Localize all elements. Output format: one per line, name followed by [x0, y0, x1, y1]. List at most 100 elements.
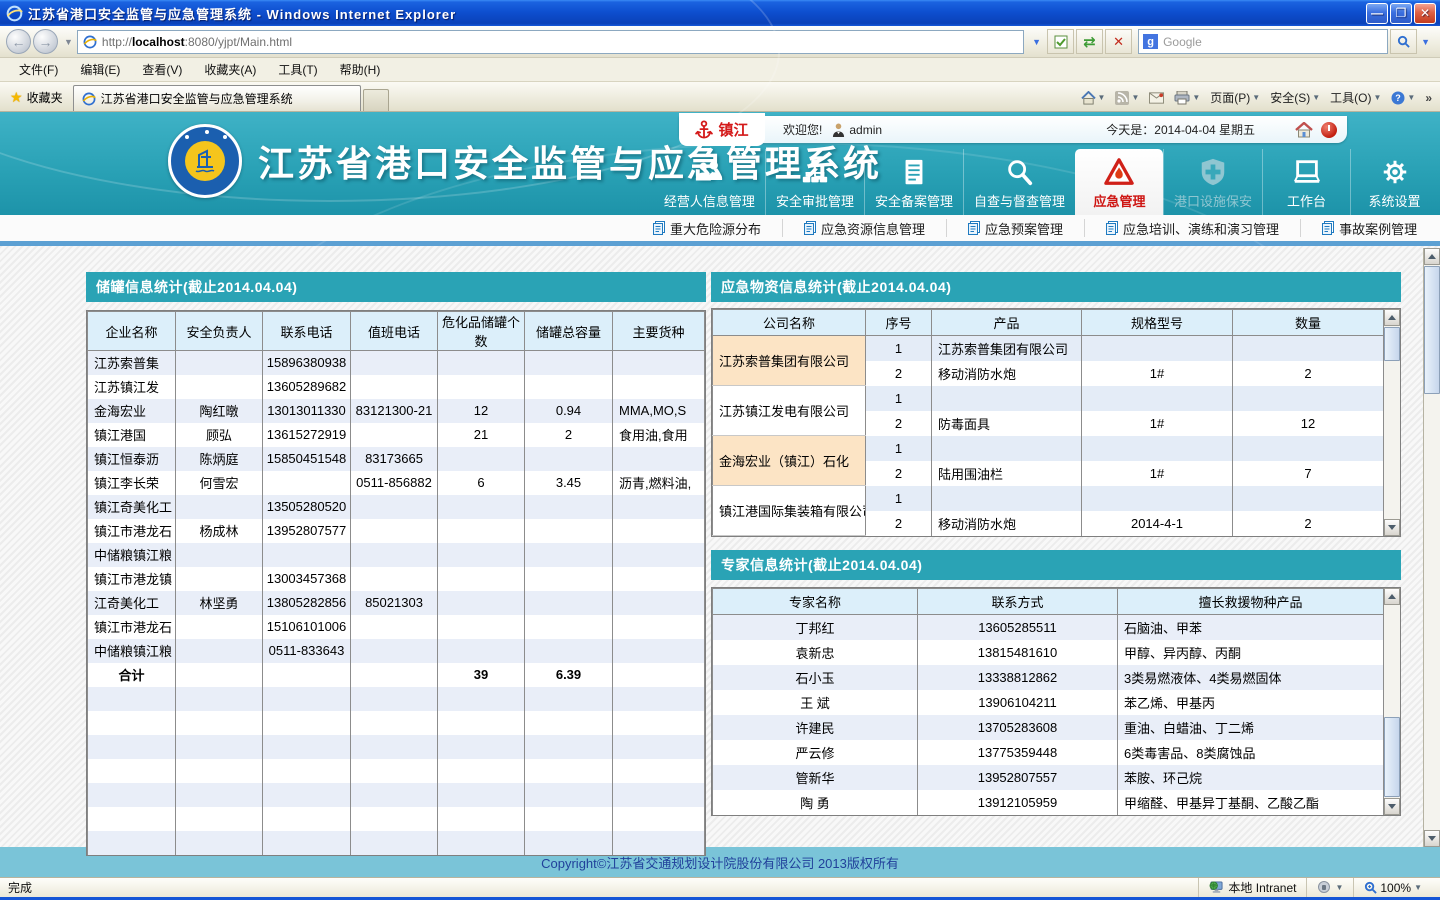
tabs-bar: ★ 收藏夹 江苏省港口安全监管与应急管理系统 ▼ ▼ ▼ 页面(P)▼ 安全(S…	[0, 82, 1440, 112]
company-cell: 江苏镇江发电有限公司	[713, 386, 866, 436]
region-tab[interactable]: 镇江	[679, 113, 765, 146]
scrollbar-thumb[interactable]	[1384, 717, 1400, 797]
scroll-down-button[interactable]	[1384, 798, 1400, 815]
nav-item-自查与督查管理[interactable]: 自查与督查管理	[963, 149, 1075, 215]
home-button[interactable]: ▼	[1081, 91, 1106, 105]
address-dropdown-icon[interactable]: ▼	[1032, 37, 1041, 47]
cell: 15850451548	[263, 447, 351, 471]
expert-row: 袁新忠13815481610甲醇、异丙醇、丙酮	[713, 640, 1384, 665]
cell: 王 斌	[713, 690, 918, 715]
cell	[88, 687, 176, 711]
cell	[263, 687, 351, 711]
nav-item-经营人信息管理[interactable]: 经营人信息管理	[654, 149, 765, 215]
table-row: 镇江市港龙石杨成林13952807577	[88, 519, 705, 543]
nav-item-系统设置[interactable]: 系统设置	[1350, 149, 1438, 215]
tools-menu[interactable]: 工具(O)▼	[1330, 89, 1381, 106]
cell: 2014-4-1	[1082, 511, 1233, 536]
column-header: 联系电话	[263, 312, 351, 351]
cell	[613, 615, 705, 639]
protected-mode-control[interactable]: ▼	[1306, 878, 1353, 897]
column-header: 专家名称	[713, 589, 918, 615]
subnav-item-应急资源信息管理[interactable]: 应急资源信息管理	[782, 219, 946, 237]
help-button[interactable]: ?▼	[1391, 91, 1415, 105]
cell	[176, 735, 263, 759]
safety-menu[interactable]: 安全(S)▼	[1270, 89, 1320, 106]
nav-item-工作台[interactable]: 工作台	[1262, 149, 1350, 215]
scroll-up-button[interactable]	[1424, 248, 1440, 265]
supply-row: 金海宏业（镇江）石化1	[713, 436, 1384, 461]
nav-item-安全审批管理[interactable]: 安全审批管理	[765, 149, 864, 215]
experts-scrollbar[interactable]	[1383, 588, 1400, 815]
cell: 13775359448	[918, 740, 1118, 765]
menu-item[interactable]: 工具(T)	[267, 59, 328, 80]
cell: 管新华	[713, 765, 918, 790]
feeds-button[interactable]: ▼	[1115, 91, 1139, 105]
browser-tab[interactable]: 江苏省港口安全监管与应急管理系统	[73, 85, 361, 111]
nav-label: 系统设置	[1368, 191, 1420, 210]
back-button[interactable]: ←	[6, 29, 31, 54]
cell	[613, 711, 705, 735]
history-dropdown-icon[interactable]: ▼	[64, 37, 73, 47]
cell	[525, 351, 613, 375]
address-field[interactable]: http://localhost:8080/yjpt/Main.html	[77, 30, 1024, 54]
print-button[interactable]: ▼	[1174, 91, 1200, 105]
scrollbar-thumb[interactable]	[1424, 266, 1440, 394]
supplies-table: 公司名称序号产品规格型号数量 江苏索普集团有限公司1江苏索普集团有限公司2移动消…	[711, 308, 1401, 537]
scrollbar-thumb[interactable]	[1384, 327, 1400, 361]
menu-item[interactable]: 收藏夹(A)	[193, 59, 267, 80]
page-menu[interactable]: 页面(P)▼	[1210, 89, 1260, 106]
menu-item[interactable]: 文件(F)	[8, 59, 69, 80]
menu-item[interactable]: 编辑(E)	[69, 59, 131, 80]
logout-power-icon[interactable]	[1321, 122, 1337, 138]
zoom-control[interactable]: 100% ▼	[1353, 878, 1432, 897]
menu-item[interactable]: 查看(V)	[131, 59, 193, 80]
favorites-button[interactable]: ★ 收藏夹	[4, 85, 73, 111]
nav-item-安全备案管理[interactable]: 安全备案管理	[864, 149, 963, 215]
supplies-scrollbar[interactable]	[1383, 309, 1400, 536]
cell	[88, 783, 176, 807]
compatibility-button[interactable]	[1047, 29, 1074, 54]
subnav-item-事故案例管理[interactable]: 事故案例管理	[1300, 219, 1438, 237]
tab-title: 江苏省港口安全监管与应急管理系统	[101, 90, 293, 107]
minimize-button[interactable]: —	[1366, 3, 1388, 24]
search-box[interactable]: g	[1138, 29, 1388, 54]
empty-row	[88, 759, 705, 783]
subnav-item-应急培训、演练和演习管理[interactable]: 应急培训、演练和演习管理	[1084, 219, 1300, 237]
forward-button[interactable]: →	[33, 29, 58, 54]
scroll-down-button[interactable]	[1424, 830, 1440, 847]
cell: 13705283608	[918, 715, 1118, 740]
refresh-button[interactable]: ⇄	[1076, 29, 1103, 54]
search-go-button[interactable]	[1390, 29, 1417, 54]
nav-item-港口设施保安[interactable]: 港口设施保安	[1163, 149, 1262, 215]
nav-item-应急管理[interactable]: 应急管理	[1075, 149, 1163, 215]
cell	[438, 639, 525, 663]
subnav-item-应急预案管理[interactable]: 应急预案管理	[946, 219, 1084, 237]
subnav-item-重大危险源分布[interactable]: 重大危险源分布	[632, 219, 782, 237]
cell	[613, 543, 705, 567]
scroll-up-button[interactable]	[1384, 309, 1400, 326]
page-scrollbar[interactable]	[1423, 248, 1440, 847]
cell: 许建民	[713, 715, 918, 740]
cell: 镇江市港龙镇	[88, 567, 176, 591]
scroll-up-button[interactable]	[1384, 588, 1400, 605]
total-row: 合计396.39	[88, 663, 705, 687]
stop-button[interactable]: ✕	[1105, 29, 1132, 54]
menu-bar: 文件(F)编辑(E)查看(V)收藏夹(A)工具(T)帮助(H)	[0, 58, 1440, 82]
close-button[interactable]: ✕	[1414, 3, 1436, 24]
maximize-button[interactable]: ❐	[1390, 3, 1412, 24]
document-small-icon	[653, 221, 665, 235]
search-input[interactable]	[1163, 35, 1383, 49]
home-shortcut-icon[interactable]	[1295, 122, 1313, 138]
expert-row: 王 斌13906104211苯乙烯、甲基丙	[713, 690, 1384, 715]
mail-button[interactable]	[1149, 92, 1164, 104]
search-dropdown-icon[interactable]: ▼	[1421, 37, 1430, 47]
cell: 6类毒害品、8类腐蚀品	[1118, 740, 1384, 765]
empty-row	[88, 735, 705, 759]
overflow-chevron-icon[interactable]: »	[1425, 91, 1432, 105]
menu-item[interactable]: 帮助(H)	[329, 59, 392, 80]
cell: 0.94	[525, 399, 613, 423]
tank-panel-title: 储罐信息统计(截止2014.04.04)	[86, 272, 706, 302]
cell	[525, 447, 613, 471]
scroll-down-button[interactable]	[1384, 519, 1400, 536]
new-tab-stub[interactable]	[363, 89, 389, 111]
